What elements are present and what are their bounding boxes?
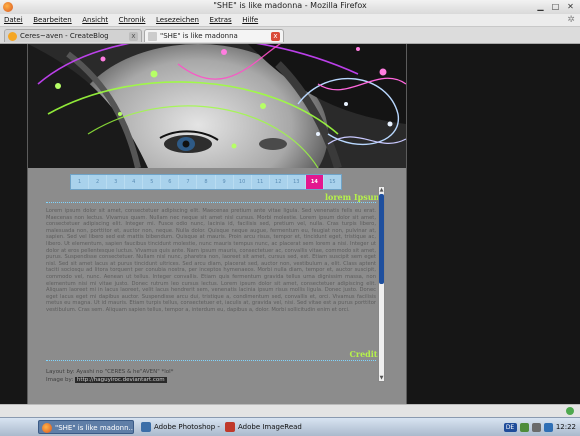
close-icon[interactable]: ✕ xyxy=(565,1,576,12)
browser-statusbar xyxy=(0,404,580,417)
tab-close-icon[interactable]: x xyxy=(271,32,280,41)
section-title-lorem: lorem Ipsum xyxy=(324,192,382,202)
page-favicon-icon xyxy=(148,32,157,41)
taskbar-label: Adobe Photoshop - ... xyxy=(154,423,220,431)
tab-bar: Ceres~aven - CreateBlog x "SHE" is like … xyxy=(0,27,580,44)
throbber-icon: ✲ xyxy=(567,15,575,25)
taskbar-label: "SHE" is like madonn... xyxy=(55,424,134,432)
page-link-10[interactable]: 10 xyxy=(234,175,252,189)
menu-bearbeiten[interactable]: Bearbeiten xyxy=(29,14,75,26)
page-viewport: 1 2 3 4 5 6 7 8 9 10 11 12 13 14 15 lore… xyxy=(0,44,580,404)
page-link-11[interactable]: 11 xyxy=(252,175,270,189)
page-link-8[interactable]: 8 xyxy=(197,175,216,189)
menu-hilfe[interactable]: Hilfe xyxy=(238,14,262,26)
maximize-icon[interactable]: □ xyxy=(550,1,561,12)
menu-datei[interactable]: Datei xyxy=(0,14,27,26)
menu-bar: Datei Bearbeiten Ansicht Chronik Lesezei… xyxy=(0,14,580,27)
keyboard-layout-indicator[interactable]: DE xyxy=(503,422,517,432)
page-link-12[interactable]: 12 xyxy=(270,175,288,189)
blog-favicon-icon xyxy=(8,32,17,41)
tab-close-icon[interactable]: x xyxy=(129,32,138,41)
header-image xyxy=(28,44,406,168)
scroll-up-icon[interactable]: ▲ xyxy=(379,187,384,193)
lorem-text: Lorem ipsum dolor sit amet, consectetuer… xyxy=(46,208,376,313)
tab-label: Ceres~aven - CreateBlog xyxy=(20,32,109,40)
taskbar-item-imageready[interactable]: Adobe ImageReady xyxy=(222,420,302,434)
credits-block: Layout by: Ayashi no "CERES & he"AVEN" *… xyxy=(46,368,346,384)
window-titlebar: "SHE" is like madonna - Mozilla Firefox … xyxy=(0,0,580,15)
taskbar-item-photoshop[interactable]: Adobe Photoshop - ... xyxy=(138,420,220,434)
network-icon[interactable] xyxy=(519,422,529,432)
os-taskbar: "SHE" is like madonn... Adobe Photoshop … xyxy=(0,417,580,436)
window-title: "SHE" is like madonna - Mozilla Firefox xyxy=(213,1,367,10)
pagination-bar: 1 2 3 4 5 6 7 8 9 10 11 12 13 14 15 xyxy=(70,174,342,190)
page-link-5[interactable]: 5 xyxy=(143,175,162,189)
tab-label: "SHE" is like madonna xyxy=(160,32,238,40)
clock: 12:22 xyxy=(555,423,576,431)
layout-content: 1 2 3 4 5 6 7 8 9 10 11 12 13 14 15 lore… xyxy=(27,44,407,404)
scroll-thumb[interactable] xyxy=(379,194,384,284)
tab-createblog[interactable]: Ceres~aven - CreateBlog x xyxy=(4,29,142,42)
page-link-2[interactable]: 2 xyxy=(89,175,108,189)
page-link-4[interactable]: 4 xyxy=(125,175,144,189)
section-divider xyxy=(46,202,376,203)
minimize-icon[interactable]: ▁ xyxy=(535,1,546,12)
menu-chronik[interactable]: Chronik xyxy=(115,14,150,26)
menu-lesezeichen[interactable]: Lesezeichen xyxy=(152,14,203,26)
tab-she-madonna[interactable]: "SHE" is like madonna x xyxy=(144,29,284,42)
volume-icon[interactable] xyxy=(531,422,541,432)
menu-ansicht[interactable]: Ansicht xyxy=(78,14,112,26)
page-link-3[interactable]: 3 xyxy=(107,175,126,189)
system-tray: DE 12:22 xyxy=(503,420,576,434)
taskbar-label: Adobe ImageReady xyxy=(238,423,302,431)
photoshop-icon xyxy=(141,422,151,432)
credit-image-prefix: Image by: xyxy=(46,377,75,383)
status-indicator-icon xyxy=(566,407,574,415)
page-link-7[interactable]: 7 xyxy=(179,175,198,189)
imageready-icon xyxy=(225,422,235,432)
section-divider xyxy=(46,360,376,361)
credit-layout-line: Layout by: Ayashi no "CERES & he"AVEN" *… xyxy=(46,369,174,375)
page-link-13[interactable]: 13 xyxy=(288,175,306,189)
page-link-9[interactable]: 9 xyxy=(216,175,234,189)
page-link-1[interactable]: 1 xyxy=(71,175,90,189)
credit-image-line: Image by: http://haguyiroc.deviantart.co… xyxy=(46,376,346,384)
page-link-6[interactable]: 6 xyxy=(161,175,180,189)
header-artwork xyxy=(28,44,406,168)
page-link-15[interactable]: 15 xyxy=(324,175,341,189)
credit-image-link[interactable]: http://haguyiroc.deviantart.com xyxy=(74,377,167,383)
scroll-down-icon[interactable]: ▼ xyxy=(379,375,384,381)
menu-extras[interactable]: Extras xyxy=(206,14,236,26)
update-icon[interactable] xyxy=(543,422,553,432)
window-controls: ▁ □ ✕ xyxy=(535,1,576,12)
content-scrollbar[interactable]: ▲ ▼ xyxy=(378,186,385,382)
firefox-icon xyxy=(42,423,52,433)
page-link-active[interactable]: 14 xyxy=(305,175,324,189)
taskbar-item-firefox[interactable]: "SHE" is like madonn... xyxy=(38,420,134,434)
